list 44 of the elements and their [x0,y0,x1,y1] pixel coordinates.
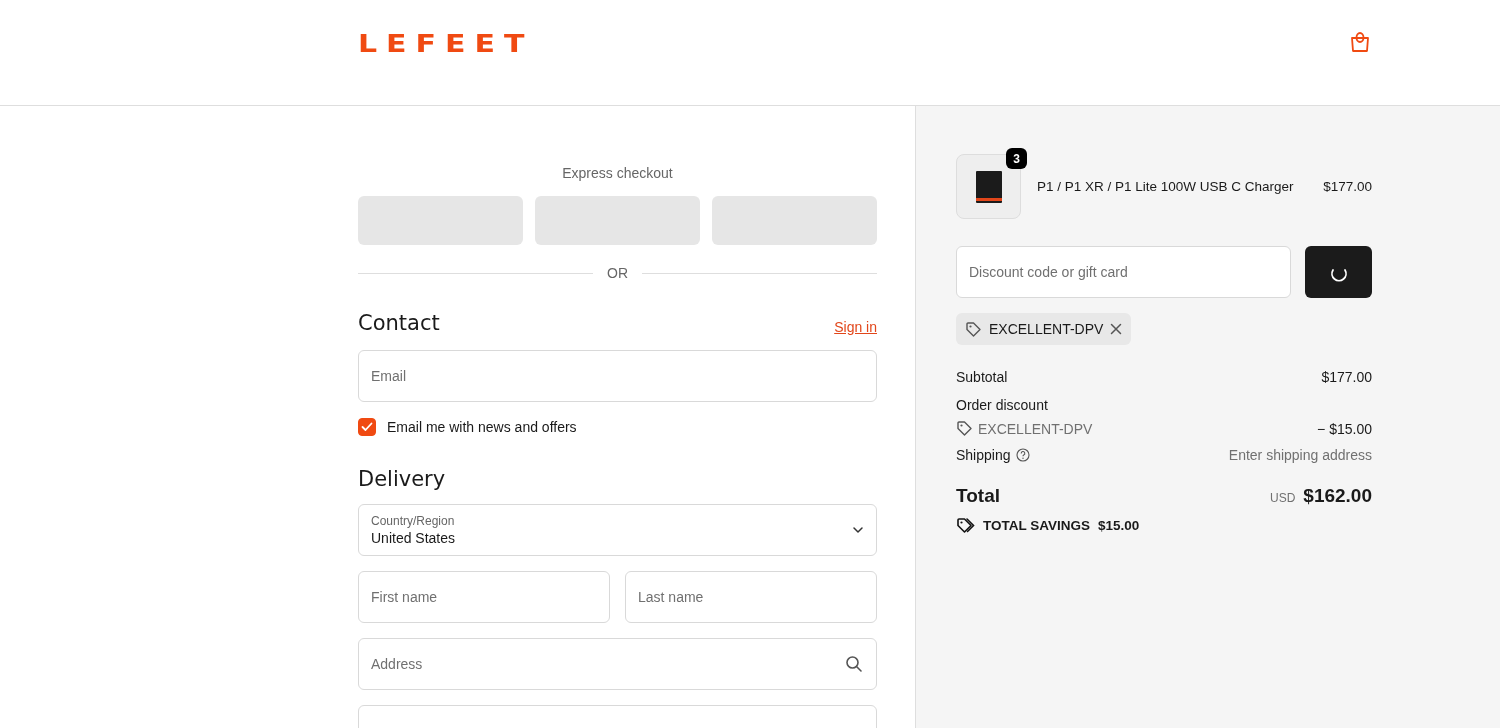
section-heading: Delivery [358,467,446,491]
quantity-badge: 3 [1006,148,1027,169]
help-icon [1015,448,1030,462]
total-amount: $162.00 [1303,485,1372,507]
summary-label: Order discount [956,397,1048,413]
email-field[interactable]: Email [358,350,877,402]
close-icon [1110,323,1123,335]
checkbox[interactable] [358,418,376,436]
section-heading: Contact [358,311,440,335]
currency-code: USD [1269,491,1296,505]
chevron-down-icon [852,526,864,534]
discount-code: EXCELLENT-DPV [978,420,1093,437]
express-checkout-title: Express checkout [561,165,674,181]
country-select[interactable]: Country/Region United States [358,504,877,556]
loading-button[interactable] [1305,246,1372,298]
address-field[interactable]: Address [358,638,877,690]
search-icon [845,655,863,673]
discount-code-field[interactable]: Discount code or gift card [956,246,1291,298]
discount-code: EXCELLENT-DPV [989,321,1104,337]
savings-amount: $15.00 [1098,518,1140,533]
total-label: Total [956,485,1000,507]
summary-value: $177.00 [1321,369,1372,385]
first-name-field[interactable]: First name [358,571,610,623]
product-price: $177.00 [1323,179,1372,194]
tags-icon [956,517,975,534]
summary-value: − $15.00 [1317,420,1372,437]
payment-button-placeholder[interactable] [358,196,523,245]
summary-label: Subtotal [956,369,1008,385]
shopping-bag-icon [1349,29,1371,54]
product-name: P1 / P1 XR / P1 Lite 100W USB C Charger [1037,179,1295,194]
savings-label: TOTAL SAVINGS [983,518,1090,533]
tag-icon [956,420,973,437]
summary-label: Shipping [956,447,1011,463]
checkbox-label: Email me with news and offers [387,419,577,435]
checkmark-icon [361,422,373,432]
or-divider-label: OR [607,265,628,281]
payment-button-placeholder[interactable] [712,196,877,245]
charger-icon [975,170,1002,203]
brand-logo[interactable]: LEFEET [358,29,534,58]
tag-icon [965,320,982,338]
shipping-note: Enter shipping address [1228,447,1372,463]
last-name-field[interactable]: Last name [625,571,877,623]
sign-in-link[interactable]: Sign in [834,319,877,335]
payment-button-placeholder[interactable] [535,196,700,245]
